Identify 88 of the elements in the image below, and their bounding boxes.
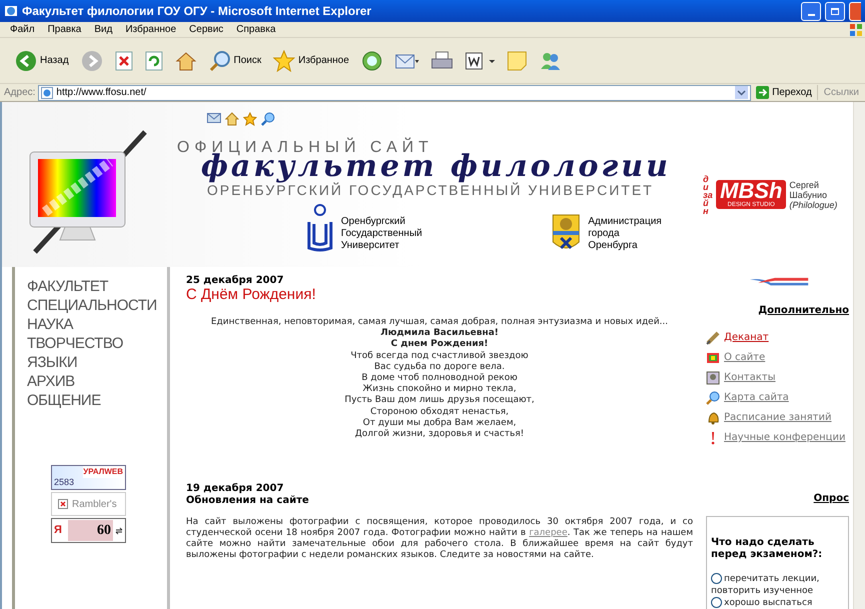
news-date: 19 декабря 2007	[186, 483, 285, 495]
poem-line: В доме чтоб полноводной рекою	[362, 373, 518, 384]
poem-line: Людмила Васильевна!	[380, 328, 498, 339]
poem-line: Вас судьба по дороге вела.	[374, 362, 505, 373]
envelope-icon[interactable]	[207, 112, 221, 124]
bell-icon	[706, 410, 720, 424]
broken-image-icon	[58, 499, 68, 509]
toolbar-button[interactable]: Поиск	[206, 46, 264, 74]
design-label: дизайн	[703, 174, 713, 214]
university-emblem-icon	[307, 202, 333, 252]
menu-item[interactable]: Избранное	[125, 22, 176, 37]
poem-line: Долгой жизни, здоровья и счастья!	[354, 429, 524, 440]
poem-line: С днем Рождения!	[390, 339, 488, 351]
document-icon	[465, 50, 496, 70]
menu-item[interactable]: Сервис	[189, 22, 224, 37]
address-field[interactable]: http://www.ffosu.net/	[38, 84, 752, 100]
gallery-link[interactable]: галерее	[529, 528, 568, 538]
star-icon[interactable]	[243, 112, 257, 126]
menu-item[interactable]: Вид	[94, 22, 112, 37]
poem-line: Чтоб всегда под счастливой звездою	[350, 350, 528, 362]
counter-badge[interactable]: Rambler's	[51, 492, 126, 516]
menu-item[interactable]: Справка	[236, 22, 276, 37]
sidebar-link[interactable]: Расписание занятий	[724, 410, 832, 425]
search-icon	[706, 390, 720, 404]
browser-icon	[4, 4, 18, 18]
note-icon	[507, 50, 528, 70]
address-label: Адрес:	[4, 86, 36, 100]
people-icon	[706, 370, 720, 384]
toolbar-button[interactable]: Назад	[12, 46, 72, 74]
news-date: 25 декабря 2007	[186, 275, 285, 287]
nav-link[interactable]: НАУКА	[27, 315, 167, 334]
poem-line: Единственная, неповторимая, самая лучшая, самая добрая, полная энтузиазма и новых идей...	[210, 317, 668, 328]
poem-line: Жизнь спокойно и мирно текла,	[362, 384, 516, 396]
partner-name: Администрация города Оренбурга	[588, 216, 662, 252]
poem-line: От души мы добра Вам желаем,	[362, 418, 516, 429]
radio-button[interactable]	[711, 573, 722, 584]
designer-name: Сергей Шабунио (Philologue)	[789, 180, 838, 210]
maximize-button[interactable]	[825, 2, 845, 20]
news-title: Обновления на сайте	[186, 495, 310, 507]
search-icon	[208, 50, 231, 72]
refresh-arrows-icon	[115, 526, 123, 534]
close-button[interactable]	[849, 2, 861, 20]
poll-option[interactable]: хорошо выспаться	[711, 597, 844, 609]
nav-link[interactable]: ЯЗЫКИ	[27, 353, 167, 372]
window-title: Факультет филологии ГОУ ОГУ - Microsoft Internet Explorer	[22, 3, 372, 20]
sidebar-link[interactable]: Деканат	[724, 330, 769, 345]
menu-item[interactable]: Правка	[48, 22, 82, 37]
partner-name: Оренбургский Государственный Университет	[341, 216, 422, 252]
page-icon	[41, 86, 54, 98]
go-button[interactable]: Переход	[754, 85, 814, 100]
home-icon[interactable]	[225, 112, 239, 126]
refresh-icon	[144, 50, 163, 70]
counter-badge[interactable]: Я 60	[51, 518, 126, 543]
nav-link[interactable]: АРХИВ	[27, 372, 167, 391]
toolbar-button[interactable]: Избранное	[270, 46, 352, 74]
news-paragraph: На сайт выложены фотографии с посвящения, которое проводилось 30 октября 2007 года, и со студенческой осени 18 ноября 2007 года. Фотографии можно найти в галерее. Так же теперь на нашем сайте можно найти замечательные обои для рабочего стола. В ближайшее время на сайт будут выложены фотографии с недели романских языков. Следите за новостями на сайте.	[186, 517, 693, 561]
nav-link[interactable]: ОБЩЕНИЕ	[27, 391, 167, 410]
coat-of-arms-icon	[552, 214, 580, 252]
news-title: С Днём Рождения!	[186, 287, 317, 303]
people-icon	[539, 50, 562, 70]
star-icon	[273, 50, 296, 72]
section-heading: Опрос	[814, 492, 849, 506]
windows-logo-icon	[849, 22, 863, 36]
go-arrow-icon	[756, 86, 770, 99]
poll-question: Что надо сделать перед экзаменом?:	[711, 537, 824, 561]
minimize-button[interactable]	[801, 2, 821, 20]
scrollbar[interactable]	[853, 102, 865, 609]
sidebar-link[interactable]: Научные конференции	[724, 430, 846, 445]
picture-icon	[706, 350, 720, 364]
nav-link[interactable]: ТВОРЧЕСТВО	[27, 334, 167, 353]
nav-link[interactable]: СПЕЦИАЛЬНОСТИ	[27, 296, 167, 315]
nav-link[interactable]: ФАКУЛЬТЕТ	[27, 277, 167, 296]
media-icon	[361, 50, 384, 72]
university-name: ОРЕНБУРГСКИЙ ГОСУДАРСТВЕННЫЙ УНИВЕРСИТЕТ	[207, 182, 654, 198]
sidebar-link[interactable]: О сайте	[724, 350, 766, 365]
section-heading: Дополнительно	[758, 304, 849, 318]
home-icon	[174, 50, 197, 70]
stop-icon	[114, 50, 133, 70]
scroll-icon	[706, 330, 720, 344]
printer-icon	[431, 50, 454, 70]
poem-line: Стороною обходят ненастья,	[370, 406, 509, 418]
sidebar-link[interactable]: Контакты	[724, 370, 776, 385]
poem-line: Пусть Ваш дом лишь друзья посещают,	[344, 395, 534, 407]
sidebar-link[interactable]: Карта сайта	[724, 390, 789, 405]
counter-badge[interactable]: 2583 УРАЛWEB	[51, 465, 126, 490]
radio-button[interactable]	[711, 597, 722, 608]
menu-item[interactable]: Файл	[10, 22, 35, 37]
search-icon[interactable]	[261, 112, 275, 126]
